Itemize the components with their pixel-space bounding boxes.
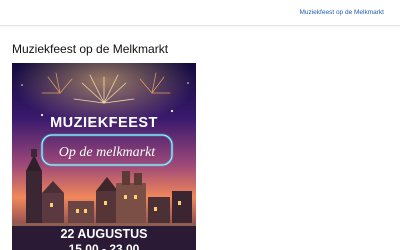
top-header-bar: Muziekfeest op de Melkmarkt — [0, 0, 400, 26]
poster-subtitle: Op de melkmarkt — [59, 145, 157, 160]
event-poster-image[interactable]: MUZIEKFEEST Op de melkmarkt 22 AUGUSTUS … — [12, 63, 196, 250]
poster-date: 22 AUGUSTUS — [60, 227, 147, 241]
nav-link-muziekfeest[interactable]: Muziekfeest op de Melkmarkt — [299, 9, 384, 16]
poster-headline: MUZIEKFEEST — [50, 115, 158, 131]
page-title: Muziekfeest op de Melkmarkt — [12, 42, 169, 56]
poster-glow — [12, 63, 196, 153]
poster-time: 15.00 - 23.00 — [69, 242, 140, 250]
